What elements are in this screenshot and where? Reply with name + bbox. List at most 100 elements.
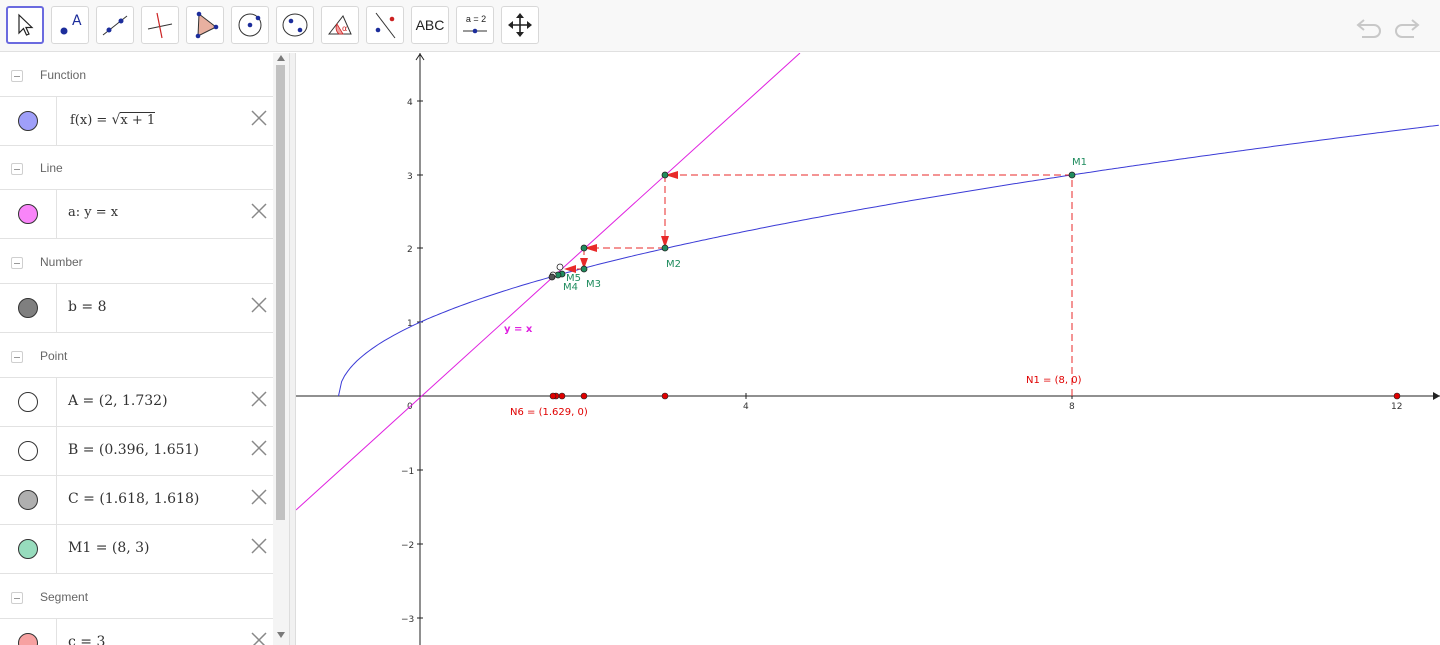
visibility-toggle-icon[interactable]	[18, 298, 38, 318]
y-tick-label: −3	[401, 615, 414, 625]
x-tick-label: 8	[1069, 402, 1075, 412]
visibility-toggle-icon[interactable]	[18, 539, 38, 559]
line-icon	[102, 15, 128, 36]
collapse-icon[interactable]	[11, 163, 23, 175]
function-curve[interactable]	[338, 124, 1439, 397]
x-axis-arrow	[1433, 392, 1440, 400]
point-label-m2: M2	[666, 259, 681, 270]
delete-icon[interactable]	[250, 390, 268, 408]
group-header-number[interactable]: Number	[0, 240, 273, 284]
slider-tool-label: a = 2	[465, 14, 487, 24]
scroll-down-icon[interactable]	[277, 632, 285, 638]
ellipse-tool[interactable]	[276, 6, 314, 44]
collapse-icon[interactable]	[11, 70, 23, 82]
collapse-icon[interactable]	[11, 592, 23, 604]
algebra-row-function[interactable]: f(x) = √x + 1	[0, 97, 273, 146]
delete-icon[interactable]	[250, 109, 268, 127]
point-label-m5: M5	[566, 273, 581, 284]
delete-icon[interactable]	[250, 202, 268, 220]
point-n4[interactable]	[558, 392, 566, 400]
row-divider	[56, 619, 57, 645]
function-lhs: f(x) =	[70, 113, 112, 128]
row-divider	[56, 476, 57, 524]
group-header-function[interactable]: Function	[0, 53, 273, 97]
point-label-n6: N6 = (1.629, 0)	[510, 407, 588, 418]
y-tick-label: 3	[407, 172, 413, 182]
perpendicular-icon	[147, 12, 173, 39]
group-label: Number	[40, 255, 83, 269]
circle-tool[interactable]	[231, 6, 269, 44]
point-n2[interactable]	[661, 392, 669, 400]
algebra-scrollbar[interactable]	[273, 53, 289, 645]
perpendicular-line-tool[interactable]	[141, 6, 179, 44]
collapse-icon[interactable]	[11, 257, 23, 269]
point-n1[interactable]	[1393, 392, 1401, 400]
polygon-tool[interactable]	[186, 6, 224, 44]
redo-button[interactable]	[1390, 12, 1424, 42]
point-m1[interactable]	[1068, 171, 1076, 179]
scrollbar-thumb[interactable]	[276, 65, 285, 520]
algebra-row-point-a[interactable]: A = (2, 1.732)	[0, 378, 273, 427]
move-tool[interactable]	[6, 6, 44, 44]
algebra-row-number[interactable]: b = 8	[0, 284, 273, 333]
point-tool[interactable]: A	[51, 6, 89, 44]
visibility-toggle-icon[interactable]	[18, 111, 38, 131]
group-header-point[interactable]: Point	[0, 334, 273, 378]
visibility-toggle-icon[interactable]	[18, 392, 38, 412]
algebra-row-line[interactable]: a: y = x	[0, 190, 273, 239]
y-tick-label: −1	[401, 467, 414, 477]
point-m3[interactable]	[580, 265, 588, 273]
point-a[interactable]	[556, 263, 564, 271]
algebra-row-segment[interactable]: c = 3	[0, 619, 273, 645]
scroll-up-icon[interactable]	[277, 55, 285, 61]
ellipse-icon	[282, 13, 308, 37]
algebra-row-point-b[interactable]: B = (0.396, 1.651)	[0, 427, 273, 476]
reflect-tool[interactable]	[366, 6, 404, 44]
move-graphics-view-tool[interactable]	[501, 6, 539, 44]
point-m2[interactable]	[661, 244, 669, 252]
y-tick-label: 4	[407, 98, 413, 108]
slider-tool[interactable]: a = 2	[456, 6, 494, 44]
algebra-expression: c = 3	[68, 634, 106, 645]
x-tick-label: 4	[743, 402, 749, 412]
collapse-icon[interactable]	[11, 351, 23, 363]
visibility-toggle-icon[interactable]	[18, 441, 38, 461]
undo-button[interactable]	[1352, 12, 1386, 42]
algebra-expression: A = (2, 1.732)	[68, 393, 168, 409]
graphics-canvas[interactable]: 0 4 8 12 4 3 2 1 −1 −2 −3 y = x	[296, 53, 1440, 645]
text-tool[interactable]: ABC	[411, 6, 449, 44]
row-divider	[56, 525, 57, 573]
line-tool[interactable]	[96, 6, 134, 44]
delete-icon[interactable]	[250, 296, 268, 314]
point-on-line[interactable]	[580, 244, 588, 252]
row-divider	[56, 378, 57, 426]
y-tick-label: −2	[401, 541, 414, 551]
point-on-line[interactable]	[661, 171, 669, 179]
polygon-icon	[195, 11, 219, 39]
point-label-m1: M1	[1072, 157, 1087, 168]
delete-icon[interactable]	[250, 439, 268, 457]
algebra-expression: B = (0.396, 1.651)	[68, 442, 199, 458]
visibility-toggle-icon[interactable]	[18, 204, 38, 224]
point-n6[interactable]	[549, 392, 557, 400]
algebra-expression: f(x) = √x + 1	[70, 112, 156, 128]
row-divider	[56, 190, 57, 238]
row-divider	[56, 427, 57, 475]
algebra-row-point-c[interactable]: C = (1.618, 1.618)	[0, 476, 273, 525]
point-c[interactable]	[548, 273, 556, 281]
line-label: y = x	[504, 324, 533, 335]
angle-tool[interactable]: α	[321, 6, 359, 44]
algebra-row-point-m1[interactable]: M1 = (8, 3)	[0, 525, 273, 574]
visibility-toggle-icon[interactable]	[18, 490, 38, 510]
view-splitter[interactable]	[289, 53, 296, 645]
line-y-equals-x[interactable]	[296, 53, 801, 511]
group-header-line[interactable]: Line	[0, 146, 273, 190]
point-n3[interactable]	[580, 392, 588, 400]
delete-icon[interactable]	[250, 488, 268, 506]
row-divider	[56, 97, 57, 145]
delete-icon[interactable]	[250, 537, 268, 555]
delete-icon[interactable]	[250, 631, 268, 645]
group-header-segment[interactable]: Segment	[0, 575, 273, 619]
graphics-view[interactable]: 0 4 8 12 4 3 2 1 −1 −2 −3 y = x	[296, 53, 1440, 645]
visibility-toggle-icon[interactable]	[18, 633, 38, 645]
